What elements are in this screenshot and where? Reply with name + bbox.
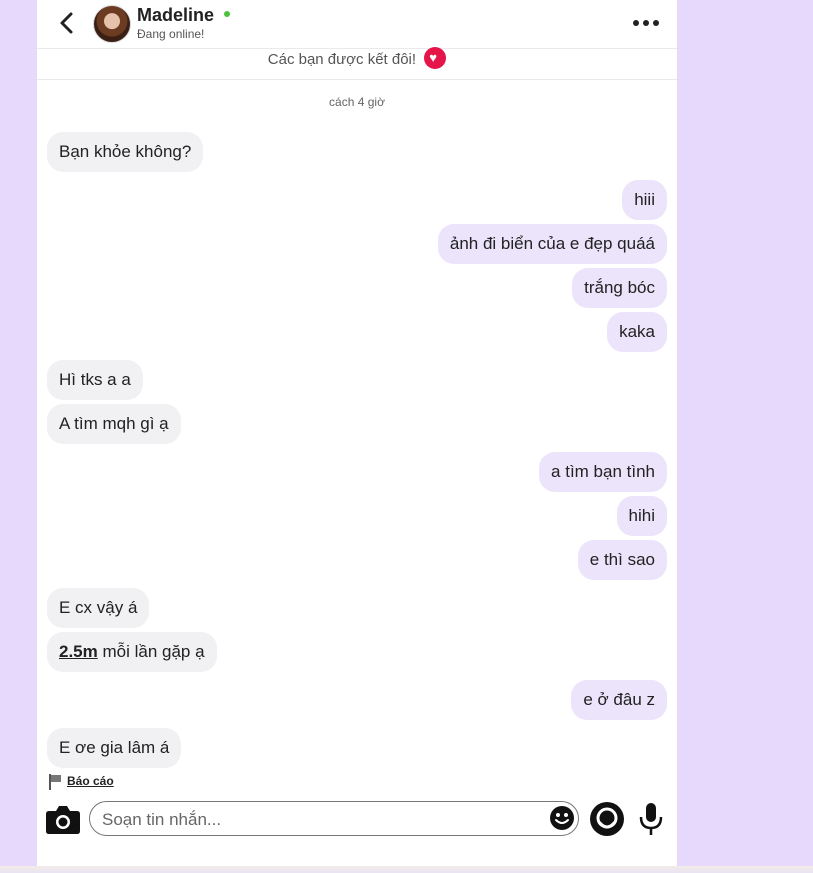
camera-icon[interactable] [45, 802, 81, 836]
gif-sticker-icon[interactable] [589, 801, 625, 837]
message-link[interactable]: 2.5m [59, 642, 98, 661]
report-link[interactable]: Báo cáo [49, 773, 114, 790]
contact-name[interactable]: Madeline [137, 5, 214, 26]
online-status: Đang online! [137, 27, 205, 41]
message-input-wrapper [89, 801, 579, 836]
online-indicator [224, 11, 230, 17]
message-bubble-received: Bạn khỏe không? [47, 132, 204, 172]
taskbar-strip [0, 866, 813, 873]
message-bubble-sent: a tìm bạn tình [539, 452, 667, 492]
back-icon[interactable] [55, 10, 79, 36]
more-dots-icon[interactable] [633, 14, 663, 30]
message-bubble-sent: kaka [607, 312, 667, 352]
message-bubble-sent: ảnh đi biển của e đẹp quáá [437, 224, 667, 264]
message-bubble-received: E ơe gia lâm á [47, 728, 182, 768]
heart-icon [424, 47, 447, 69]
match-text: Các bạn được kết đôi! [267, 51, 417, 68]
flag-icon [49, 773, 61, 790]
report-label[interactable]: Báo cáo [67, 774, 114, 788]
message-bubble-received: E cx vậy á [47, 588, 150, 628]
message-input[interactable] [100, 808, 544, 832]
message-bubble-received: A tìm mqh gì ạ [47, 404, 181, 444]
message-bubble-received: 2.5m mỗi lần gặp ạ [47, 632, 217, 672]
message-bubble-sent: trắng bóc [572, 268, 667, 308]
avatar[interactable] [93, 5, 131, 43]
message-text: mỗi lần gặp ạ [97, 642, 205, 661]
match-banner: Các bạn được kết đôi! [37, 47, 677, 80]
chat-panel: Madeline Đang online! Các bạn được kết đ… [37, 0, 677, 866]
time-label: cách 4 giờ [329, 95, 385, 109]
microphone-icon[interactable] [639, 802, 663, 836]
message-bubble-sent: e thì sao [577, 540, 667, 580]
emoji-icon[interactable] [549, 805, 575, 831]
message-bubble-sent: e ở đâu z [571, 680, 667, 720]
chat-header: Madeline Đang online! [37, 0, 677, 49]
message-bubble-sent: hihi [616, 496, 667, 536]
message-bubble-sent: hiii [622, 180, 667, 220]
message-bubble-received: Hì tks a a [47, 360, 143, 400]
